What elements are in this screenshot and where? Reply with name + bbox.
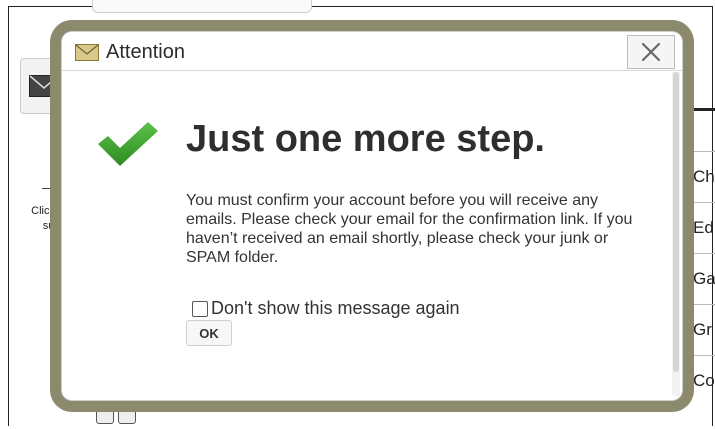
- dialog-frame: Attention Just one more step. You must c…: [50, 20, 694, 412]
- dont-show-again-checkbox[interactable]: [192, 300, 208, 317]
- close-button[interactable]: [627, 35, 675, 69]
- envelope-icon: [75, 44, 99, 61]
- ok-button[interactable]: OK: [186, 320, 232, 346]
- dont-show-again-option[interactable]: Don't show this message again: [192, 298, 460, 319]
- attention-dialog: Attention Just one more step. You must c…: [62, 32, 682, 400]
- background-divider: [42, 188, 50, 189]
- dialog-header: Attention: [62, 32, 682, 71]
- dialog-title: Attention: [106, 41, 185, 63]
- dialog-scrollbar[interactable]: [672, 72, 680, 396]
- dialog-message: You must confirm your account before you…: [186, 192, 633, 266]
- close-icon: [641, 42, 661, 62]
- dont-show-again-label: Don't show this message again: [211, 298, 460, 318]
- background-tab: [92, 0, 312, 13]
- dialog-scrollbar-thumb[interactable]: [673, 72, 679, 372]
- checkmark-icon: [98, 122, 158, 166]
- dialog-headline: Just one more step.: [186, 118, 545, 160]
